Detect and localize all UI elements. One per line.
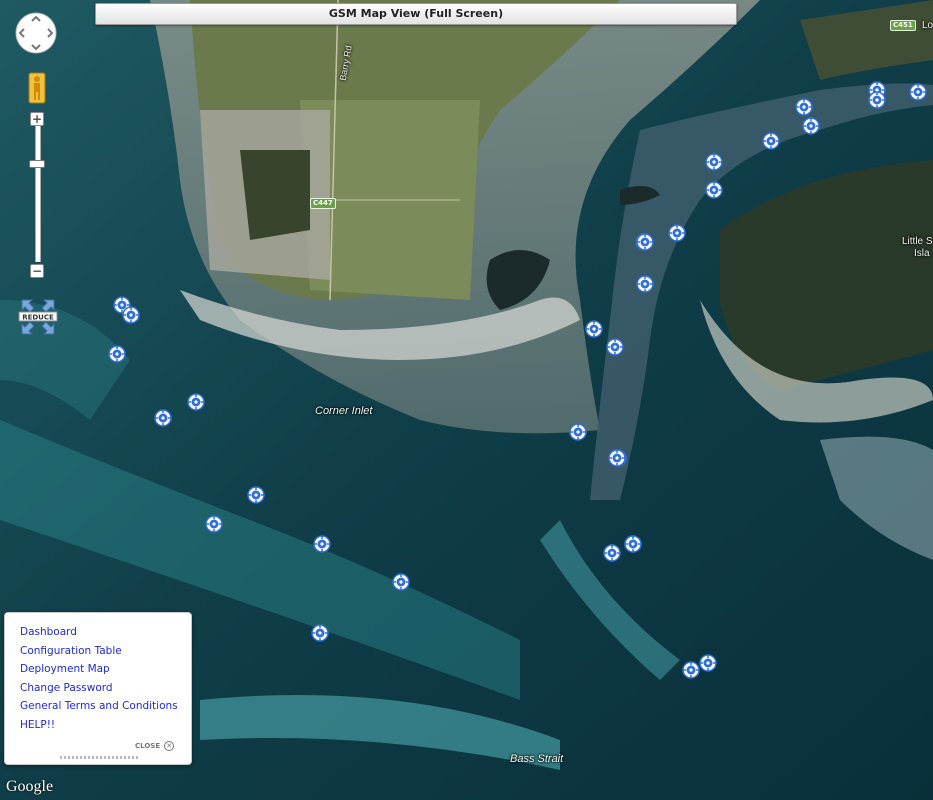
zoom-slider-handle[interactable] — [29, 160, 45, 168]
map-marker-icon[interactable] — [313, 535, 331, 553]
map-marker-icon[interactable] — [636, 275, 654, 293]
map-marker-icon[interactable] — [569, 423, 587, 441]
close-icon: ✕ — [164, 741, 175, 751]
nav-link-dashboard[interactable]: Dashboard — [20, 623, 191, 642]
nav-link-configuration-table[interactable]: Configuration Table — [20, 642, 191, 661]
road-shield-c447: C447 — [310, 198, 336, 209]
pegman-icon[interactable] — [28, 72, 46, 104]
map-marker-icon[interactable] — [606, 338, 624, 356]
place-label-corner-inlet: Corner Inlet — [315, 405, 373, 417]
map-marker-icon[interactable] — [795, 98, 813, 116]
map-marker-icon[interactable] — [585, 320, 603, 338]
panel-grip-handle[interactable] — [60, 756, 140, 759]
map-marker-icon[interactable] — [608, 449, 626, 467]
zoom-out-button[interactable]: − — [30, 264, 44, 278]
close-button[interactable]: CLOSE ✕ — [135, 741, 175, 751]
place-label-little-snake-2: Isla — [914, 248, 930, 259]
map-marker-icon[interactable] — [205, 515, 223, 533]
reduce-label: REDUCE — [22, 314, 54, 322]
map-marker-icon[interactable] — [603, 544, 621, 562]
map-marker-icon[interactable] — [247, 486, 265, 504]
map-marker-icon[interactable] — [311, 624, 329, 642]
navigation-panel: Dashboard Configuration Table Deployment M… — [4, 612, 192, 765]
map-marker-icon[interactable] — [705, 181, 723, 199]
map-marker-icon[interactable] — [108, 345, 126, 363]
nav-link-help[interactable]: HELP!! — [20, 716, 191, 735]
map-marker-icon[interactable] — [909, 83, 927, 101]
nav-link-general-terms-and-conditions[interactable]: General Terms and Conditions — [20, 697, 191, 716]
nav-link-list: Dashboard Configuration Table Deployment M… — [5, 613, 191, 734]
map-marker-icon[interactable] — [802, 117, 820, 135]
map-marker-icon[interactable] — [682, 661, 700, 679]
reduce-button[interactable]: REDUCE — [18, 296, 58, 338]
map-marker-icon[interactable] — [699, 654, 717, 672]
place-label-little-snake-1: Little S — [902, 236, 933, 247]
map-marker-icon[interactable] — [762, 132, 780, 150]
map-marker-icon[interactable] — [624, 535, 642, 553]
nav-link-deployment-map[interactable]: Deployment Map — [20, 660, 191, 679]
map-marker-icon[interactable] — [868, 91, 886, 109]
zoom-slider-track[interactable] — [35, 126, 41, 262]
map-marker-icon[interactable] — [187, 393, 205, 411]
google-logo: Google — [6, 778, 54, 795]
map-view[interactable]: Barry Rd C447 C451 Lo Corner Inlet Littl… — [0, 0, 933, 800]
pan-control[interactable] — [15, 12, 57, 54]
map-marker-icon[interactable] — [668, 224, 686, 242]
place-label-edge: Lo — [922, 20, 933, 31]
map-marker-icon[interactable] — [705, 153, 723, 171]
map-marker-icon[interactable] — [636, 233, 654, 251]
map-marker-icon[interactable] — [154, 409, 172, 427]
road-shield-c451: C451 — [890, 20, 916, 31]
map-title-bar[interactable]: GSM Map View (Full Screen) — [95, 3, 737, 25]
map-marker-icon[interactable] — [392, 573, 410, 591]
place-label-bass-strait: Bass Strait — [510, 753, 564, 765]
map-marker-icon[interactable] — [122, 306, 140, 324]
close-label: CLOSE — [135, 742, 161, 750]
nav-link-change-password[interactable]: Change Password — [20, 679, 191, 698]
zoom-in-button[interactable]: + — [30, 112, 44, 126]
